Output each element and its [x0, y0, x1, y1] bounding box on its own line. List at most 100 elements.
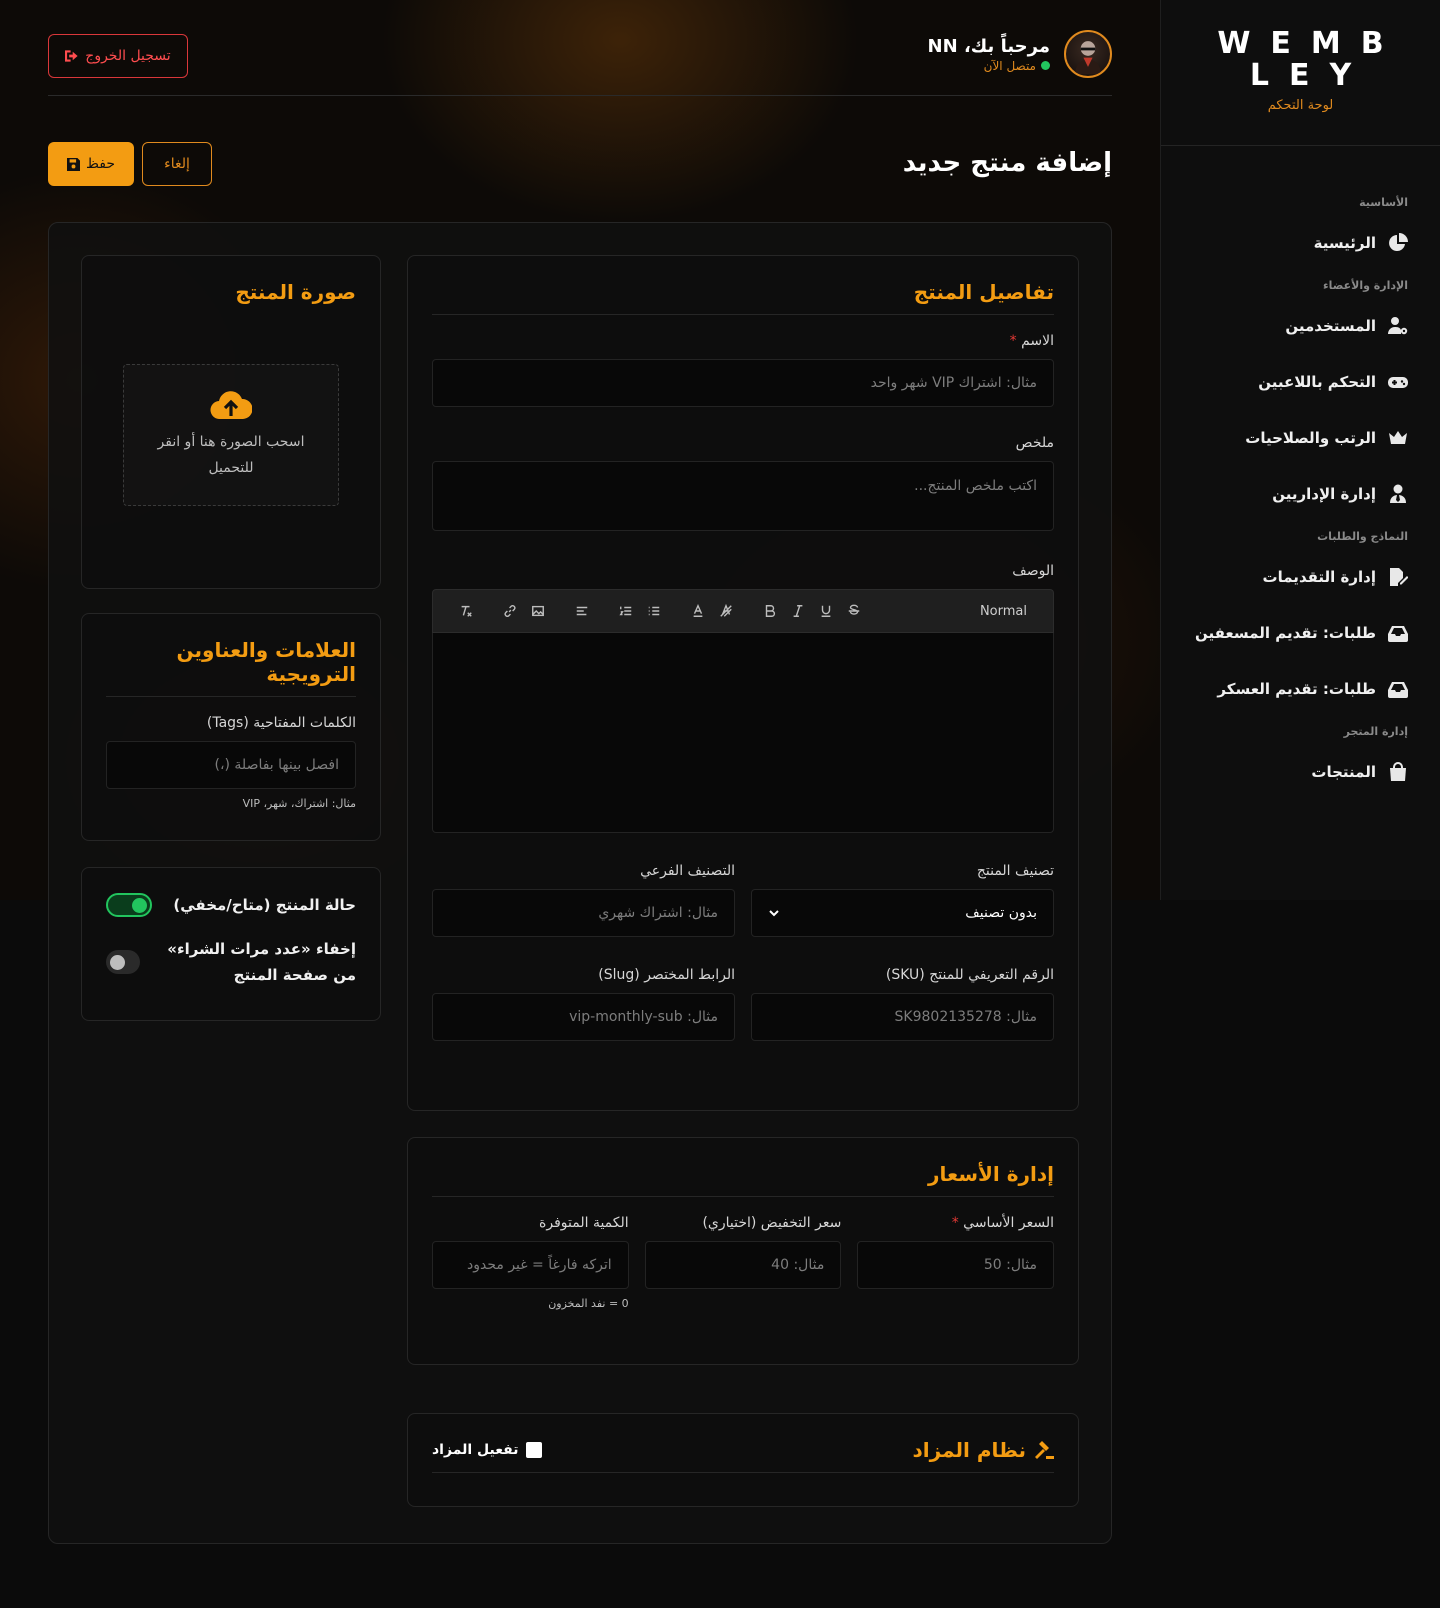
sidebar-item-label: طلبات: تقديم المسعفين	[1195, 624, 1376, 642]
gavel-icon	[1035, 1441, 1054, 1459]
sidebar-item-label: المستخدمين	[1285, 317, 1376, 335]
inbox-icon	[1388, 626, 1408, 642]
name-label-text: الاسم	[1021, 333, 1054, 349]
pricing-row: السعر الأساسي * مثال: 50 سعر التخفيض (اخ…	[431, 1215, 1054, 1310]
category-select[interactable]: بدون تصنيف	[751, 889, 1054, 937]
avatar[interactable]	[1064, 30, 1112, 78]
auction-toggle: تفعيل المزاد	[432, 1442, 543, 1458]
sidebar-item-military-requests[interactable]: طلبات: تقديم العسكر	[1181, 669, 1408, 709]
dropzone-text: اسحب الصورة هنا أو انقر للتحميل	[157, 434, 305, 476]
sidebar-item-medic-requests[interactable]: طلبات: تقديم المسعفين	[1181, 613, 1408, 653]
name-input[interactable]: مثال: اشتراك VIP شهر واحد	[432, 359, 1054, 407]
auction-card: نظام المزاد تفعيل المزاد	[407, 1413, 1079, 1507]
hide-count-row: إخفاء «عدد مرات الشراء» من صفحة المنتج	[106, 936, 356, 988]
file-signature-icon	[1390, 568, 1408, 586]
link-icon[interactable]	[503, 604, 517, 618]
subcategory-input[interactable]: مثال: اشتراك شهري	[432, 889, 735, 937]
image-icon[interactable]	[531, 604, 545, 618]
brand-subtitle: لوحة التحكم	[1267, 98, 1334, 113]
summary-textarea[interactable]: اكتب ملخص المنتج...	[432, 461, 1054, 531]
auction-title-text: نظام المزاد	[912, 1438, 1026, 1462]
clear-format-icon[interactable]	[459, 604, 473, 618]
user-box: مرحباً بك، NN متصل الآن	[928, 30, 1112, 78]
category-row: تصنيف المنتج بدون تصنيف التصنيف الفرعي م…	[432, 863, 1054, 937]
description-editor[interactable]	[432, 633, 1054, 833]
italic-icon[interactable]	[791, 604, 805, 618]
online-dot-icon	[1041, 61, 1050, 70]
tags-hint: مثال: اشتراك، شهر، VIP	[242, 797, 356, 810]
tags-label: الكلمات المفتاحية (Tags)	[206, 715, 356, 731]
sign-out-icon	[65, 50, 78, 62]
base-price-input[interactable]: مثال: 50	[857, 1241, 1054, 1289]
save-label: حفظ	[85, 156, 116, 172]
auction-checkbox[interactable]	[526, 1442, 543, 1458]
sidebar-item-users[interactable]: المستخدمين	[1181, 306, 1408, 346]
auction-title: نظام المزاد	[913, 1438, 1054, 1462]
gamepad-icon	[1388, 377, 1408, 388]
align-icon[interactable]	[575, 604, 589, 618]
logout-label: تسجيل الخروج	[85, 48, 171, 64]
sidebar-item-label: طلبات: تقديم العسكر	[1217, 680, 1376, 698]
auction-enable-label: تفعيل المزاد	[432, 1442, 519, 1458]
floppy-icon	[66, 157, 80, 171]
sidebar-item-ranks[interactable]: الرتب والصلاحيات	[1181, 418, 1408, 458]
sidebar-item-label: المنتجات	[1311, 763, 1376, 781]
sku-input[interactable]: مثال: SK9802135278	[751, 993, 1054, 1041]
bullet-list-icon[interactable]	[647, 604, 661, 618]
status-card: حالة المنتج (متاح/مخفي) إخفاء «عدد مرات …	[81, 867, 381, 1021]
description-label: الوصف	[1012, 563, 1054, 579]
sidebar-item-admins[interactable]: إدارة الإداريين	[1181, 474, 1408, 514]
visibility-row: حالة المنتج (متاح/مخفي)	[106, 892, 356, 918]
summary-label: ملخص	[1015, 435, 1054, 451]
card-title: تفاصيل المنتج	[432, 280, 1054, 315]
inbox-icon	[1388, 682, 1408, 698]
cancel-button[interactable]: إلغاء	[142, 142, 212, 186]
save-button[interactable]: حفظ	[48, 142, 134, 186]
category-label: تصنيف المنتج	[976, 863, 1054, 879]
base-price-label-text: السعر الأساسي	[963, 1215, 1054, 1231]
format-select[interactable]: Normal	[980, 604, 1027, 619]
tags-card: العلامات والعناوين الترويجية الكلمات الم…	[81, 613, 381, 841]
bold-icon[interactable]	[763, 604, 777, 618]
underline-icon[interactable]	[819, 604, 833, 618]
required-marker: *	[951, 1215, 959, 1231]
sidebar-item-label: إدارة التقديمات	[1262, 568, 1376, 586]
user-gear-icon	[1388, 317, 1408, 335]
cloud-upload-icon	[210, 391, 252, 420]
discount-price-input[interactable]: مثال: 40	[644, 1241, 842, 1289]
user-welcome: مرحباً بك، NN	[927, 35, 1050, 57]
ordered-list-icon[interactable]	[619, 604, 633, 618]
hide-count-label: إخفاء «عدد مرات الشراء» من صفحة المنتج	[167, 940, 356, 984]
brand: WEMBLEY لوحة التحكم	[1161, 0, 1440, 146]
product-details-card: تفاصيل المنتج الاسم * مثال: اشتراك VIP ش…	[407, 255, 1079, 1111]
logout-button[interactable]: تسجيل الخروج	[48, 34, 188, 78]
sku-row: الرقم التعريفي للمنتج (SKU) مثال: SK9802…	[432, 967, 1054, 1041]
strike-icon[interactable]	[847, 604, 861, 618]
status-text: متصل الآن	[983, 58, 1036, 73]
avatar-figure-icon	[1075, 41, 1101, 75]
auction-header: نظام المزاد تفعيل المزاد	[432, 1438, 1054, 1473]
card-title: إدارة الأسعار	[432, 1162, 1054, 1197]
tags-input[interactable]: افصل بينها بفاصلة (،)	[106, 741, 356, 789]
slug-input[interactable]: مثال: vip-monthly-sub	[432, 993, 735, 1041]
nav-section-title: الأساسية	[1359, 196, 1408, 209]
slug-label: الرابط المختصر (Slug)	[598, 967, 735, 983]
sidebar: WEMBLEY لوحة التحكم الأساسية الرئيسية ال…	[1160, 0, 1440, 900]
sidebar-item-products[interactable]: المنتجات	[1181, 752, 1408, 792]
product-image-card: صورة المنتج اسحب الصورة هنا أو انقر للتح…	[81, 255, 381, 589]
sidebar-item-applications[interactable]: إدارة التقديمات	[1181, 557, 1408, 597]
image-dropzone[interactable]: اسحب الصورة هنا أو انقر للتحميل	[123, 364, 339, 506]
category-value: بدون تصنيف	[965, 905, 1037, 921]
nav-section-title: النماذج والطلبات	[1317, 530, 1408, 543]
text-color-icon[interactable]	[691, 604, 705, 618]
form-container: تفاصيل المنتج الاسم * مثال: اشتراك VIP ش…	[48, 222, 1112, 1544]
required-marker: *	[1009, 333, 1017, 349]
visibility-toggle[interactable]	[106, 893, 152, 917]
sidebar-item-home[interactable]: الرئيسية	[1181, 223, 1408, 263]
quantity-input[interactable]: اتركه فارغاً = غير محدود	[431, 1241, 629, 1289]
background-color-icon[interactable]	[719, 604, 733, 618]
hide-count-toggle[interactable]	[106, 950, 140, 974]
sidebar-item-players[interactable]: التحكم باللاعبين	[1181, 362, 1408, 402]
user-tie-icon	[1390, 484, 1406, 503]
base-price-label: السعر الأساسي *	[857, 1215, 1054, 1231]
